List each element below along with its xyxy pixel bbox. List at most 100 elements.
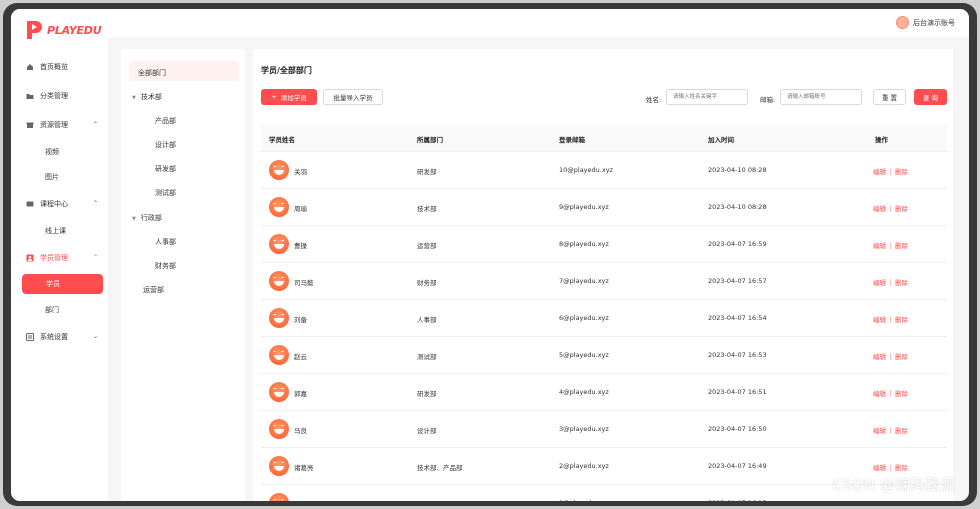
- sidebar-item-home[interactable]: 首页概览: [11, 52, 108, 81]
- divider: [890, 167, 891, 175]
- sidebar-subitem-video[interactable]: 视频: [11, 139, 108, 164]
- dept-node-design[interactable]: 设计部: [155, 140, 176, 150]
- student-email: 10@playedu.xyz: [559, 166, 613, 174]
- table-row: 周瑜 技术部 9@playedu.xyz 2023-04-10 08:28 编辑 删除: [261, 189, 947, 226]
- table-row: 郭嘉 研发部 4@playedu.xyz 2023-04-07 16:51 编辑 删除: [261, 374, 947, 411]
- email-search-input[interactable]: [780, 89, 862, 105]
- edit-link[interactable]: 编辑: [873, 277, 886, 287]
- student-name: 刘备: [294, 316, 307, 324]
- student-email: 8@playedu.xyz: [559, 240, 609, 248]
- search-button[interactable]: 查 询: [914, 89, 947, 105]
- dept-node-test[interactable]: 测试部: [155, 188, 176, 198]
- row-actions: 编辑删除: [873, 351, 908, 361]
- student-email: 4@playedu.xyz: [559, 388, 609, 396]
- account-menu[interactable]: 后台演示账号: [896, 16, 955, 29]
- plus-icon: +: [271, 93, 277, 101]
- edit-link[interactable]: 编辑: [873, 203, 886, 213]
- app-window: PLAYEDU 首页概览 分类管理 资源管理 ⌃ 视频 图片 课程中心 ⌃ 线上…: [11, 9, 969, 501]
- dept-node-finance[interactable]: 财务部: [155, 261, 176, 271]
- table-row: 司马懿 财务部 7@playedu.xyz 2023-04-07 16:57 编辑 删除: [261, 263, 947, 300]
- dept-node-ops[interactable]: 运营部: [143, 285, 164, 295]
- divider: [890, 352, 891, 360]
- delete-link[interactable]: 删除: [895, 203, 908, 213]
- row-actions: 编辑删除: [873, 462, 908, 472]
- batch-import-button[interactable]: 批量导入学员: [323, 89, 383, 105]
- add-student-button[interactable]: + 添加学员: [261, 89, 317, 105]
- sidebar-subitem-image[interactable]: 图片: [11, 164, 108, 189]
- row-actions: 编辑删除: [873, 277, 908, 287]
- dept-node-hr[interactable]: 人事部: [155, 237, 176, 247]
- student-department: 研发部: [417, 390, 437, 398]
- delete-link[interactable]: 删除: [895, 166, 908, 176]
- edit-link[interactable]: 编辑: [873, 240, 886, 250]
- row-actions: 编辑删除: [873, 166, 908, 176]
- student-name: 关羽: [294, 168, 307, 176]
- delete-link[interactable]: 删除: [895, 425, 908, 435]
- column-header-name: 学员姓名: [269, 136, 295, 144]
- sidebar-item-category[interactable]: 分类管理: [11, 81, 108, 110]
- chevron-down-icon: ⌄: [92, 333, 98, 340]
- divider: [890, 241, 891, 249]
- student-department: 研发部: [417, 168, 437, 176]
- row-actions: 编辑删除: [873, 314, 908, 324]
- student-name: 司马懿: [294, 279, 314, 287]
- delete-link[interactable]: 删除: [895, 351, 908, 361]
- sidebar-item-student-mgmt[interactable]: 学员管理 ⌃: [11, 243, 108, 272]
- window-frame: PLAYEDU 首页概览 分类管理 资源管理 ⌃ 视频 图片 课程中心 ⌃ 线上…: [3, 3, 977, 506]
- column-header-department: 所属部门: [417, 136, 443, 144]
- delete-link[interactable]: 删除: [895, 462, 908, 472]
- sidebar-item-label: 系统设置: [40, 332, 68, 341]
- playedu-logo-icon: [27, 21, 42, 39]
- delete-link[interactable]: 删除: [895, 499, 908, 501]
- edit-link[interactable]: 编辑: [873, 499, 886, 501]
- dept-node-tech[interactable]: ▼ 技术部: [132, 92, 162, 102]
- student-joined-time: 2023-04-07 16:50: [708, 425, 767, 433]
- student-avatar-icon: [269, 382, 289, 402]
- student-avatar-icon: [269, 345, 289, 365]
- student-avatar-icon: [269, 419, 289, 439]
- student-avatar-icon: [269, 160, 289, 180]
- student-joined-time: 2023-04-07 16:49: [708, 462, 767, 470]
- chevron-up-icon: ⌃: [92, 121, 98, 128]
- row-actions: 编辑删除: [873, 240, 908, 250]
- delete-link[interactable]: 删除: [895, 240, 908, 250]
- dept-node-admin[interactable]: ▼ 行政部: [132, 213, 162, 223]
- edit-link[interactable]: 编辑: [873, 388, 886, 398]
- edit-link[interactable]: 编辑: [873, 351, 886, 361]
- sidebar-item-resources[interactable]: 资源管理 ⌃: [11, 110, 108, 139]
- sidebar-item-label: 资源管理: [40, 120, 68, 129]
- delete-link[interactable]: 删除: [895, 277, 908, 287]
- divider: [890, 315, 891, 323]
- caret-down-icon: ▼: [132, 95, 136, 101]
- student-department: 财务部: [417, 279, 437, 287]
- student-email: 6@playedu.xyz: [559, 314, 609, 322]
- home-icon: [26, 63, 34, 71]
- logo[interactable]: PLAYEDU: [24, 18, 102, 42]
- edit-link[interactable]: 编辑: [873, 462, 886, 472]
- delete-link[interactable]: 删除: [895, 388, 908, 398]
- delete-link[interactable]: 删除: [895, 314, 908, 324]
- dept-node-all[interactable]: 全部部门: [138, 68, 166, 78]
- sidebar-subitem-departments[interactable]: 部门: [11, 297, 108, 322]
- sidebar-subitem-online-course[interactable]: 线上课: [11, 218, 108, 243]
- student-name: 郭嘉: [294, 390, 307, 398]
- edit-link[interactable]: 编辑: [873, 166, 886, 176]
- sidebar-subitem-students[interactable]: 学员: [22, 274, 103, 294]
- table-body: 关羽 研发部 10@playedu.xyz 2023-04-10 08:28 编辑 删除周…: [261, 152, 947, 501]
- dept-node-dev[interactable]: 研发部: [155, 164, 176, 174]
- dept-node-product[interactable]: 产品部: [155, 116, 176, 126]
- student-joined-time: 2023-04-07 16:51: [708, 388, 767, 396]
- table-row: 刘备 人事部 6@playedu.xyz 2023-04-07 16:54 编辑 删除: [261, 300, 947, 337]
- name-search-input[interactable]: [666, 89, 748, 105]
- edit-link[interactable]: 编辑: [873, 314, 886, 324]
- student-avatar-icon: [269, 271, 289, 291]
- student-email: 5@playedu.xyz: [559, 351, 609, 359]
- avatar: [896, 16, 909, 29]
- student-department: 技术部、产品部: [417, 464, 463, 472]
- reset-button[interactable]: 重 置: [873, 89, 906, 105]
- edit-link[interactable]: 编辑: [873, 425, 886, 435]
- sidebar-item-settings[interactable]: 系统设置 ⌄: [11, 322, 108, 351]
- sidebar-item-course-center[interactable]: 课程中心 ⌃: [11, 189, 108, 218]
- column-header-actions: 操作: [875, 136, 888, 144]
- student-name: 曹操: [294, 242, 307, 250]
